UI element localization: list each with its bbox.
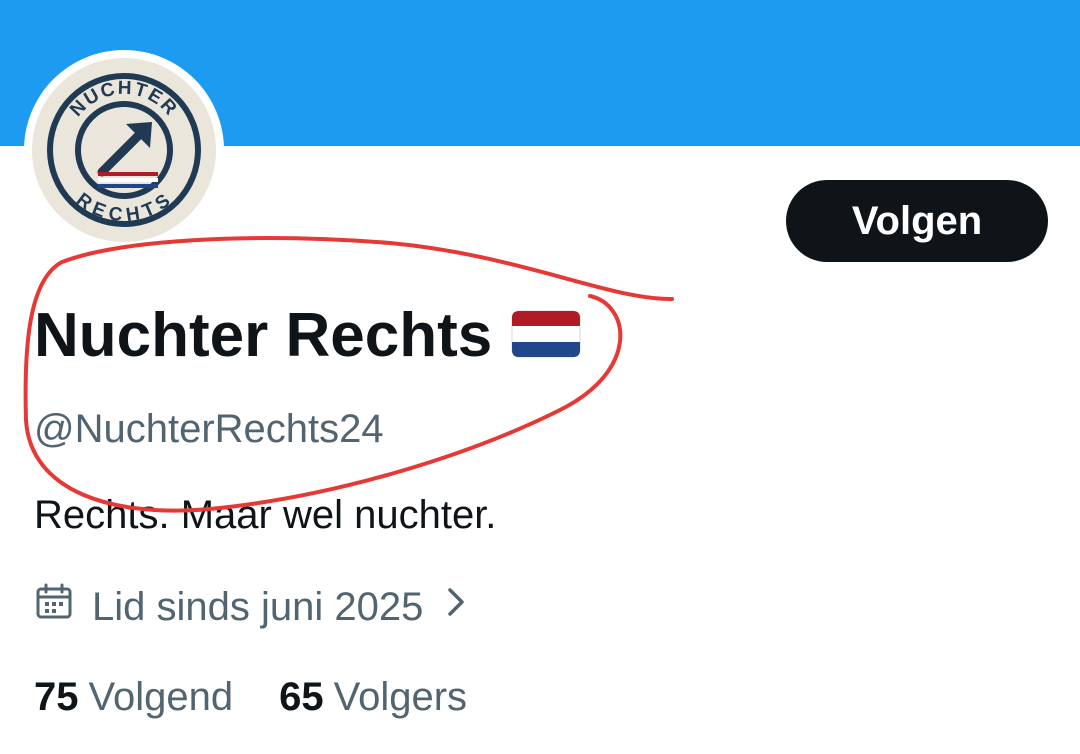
joined-date-text: Lid sinds juni 2025 — [92, 584, 424, 629]
chevron-right-icon — [445, 584, 467, 630]
avatar-logo: NUCHTER RECHTS — [32, 58, 216, 242]
avatar[interactable]: NUCHTER RECHTS — [32, 58, 216, 242]
netherlands-flag-icon — [510, 307, 582, 366]
name-row: Nuchter Rechts — [34, 300, 582, 372]
profile-handle: @NuchterRechts24 — [34, 407, 384, 451]
following-link[interactable]: 75 Volgend — [34, 675, 233, 720]
followers-link[interactable]: 65 Volgers — [279, 675, 467, 720]
following-count: 75 — [34, 674, 79, 719]
avatar-ring: NUCHTER RECHTS — [24, 50, 224, 250]
display-name: Nuchter Rechts — [34, 301, 493, 370]
logo-white-stripe — [98, 178, 158, 182]
follow-button[interactable]: Volgen — [786, 180, 1048, 262]
following-label: Volgend — [88, 674, 234, 719]
logo-red-stripe — [98, 172, 158, 176]
followers-label: Volgers — [333, 674, 468, 719]
followers-count: 65 — [279, 674, 324, 719]
follow-stats: 75 Volgend 65 Volgers — [34, 670, 467, 724]
logo-blue-stripe — [98, 184, 158, 188]
profile-bio: Rechts. Maar wel nuchter. — [34, 493, 497, 537]
calendar-icon — [34, 582, 74, 632]
joined-date-row[interactable]: Lid sinds juni 2025 — [34, 580, 467, 634]
